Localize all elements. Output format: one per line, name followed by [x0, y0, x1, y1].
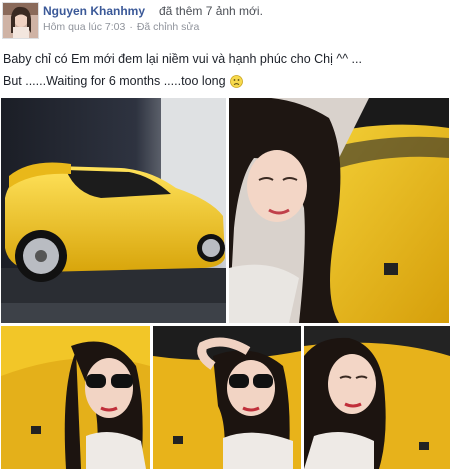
caption-line-2-text: But ......Waiting for 6 months .....too …	[3, 74, 226, 88]
frown-emoticon-icon	[229, 74, 243, 88]
facebook-post: Nguyen Khanhmy đã thêm 7 ảnh mới. Hôm qu…	[0, 0, 450, 469]
profile-avatar[interactable]	[2, 2, 39, 39]
post-action-text: đã thêm 7 ảnh mới.	[159, 4, 263, 18]
post-caption-line-1: Baby chỉ có Em mới đem lại niềm vui và h…	[3, 52, 362, 66]
sunglasses-selfie-photo-2[interactable]	[153, 326, 301, 469]
post-caption-line-2: But ......Waiting for 6 months .....too …	[3, 74, 243, 88]
yellow-lamborghini-garage-photo[interactable]	[1, 98, 226, 323]
sunglasses-selfie-photo-1[interactable]	[1, 326, 150, 469]
edited-label[interactable]: Đã chỉnh sửa	[137, 21, 199, 33]
post-meta: Hôm qua lúc 7:03 · Đã chỉnh sửa	[43, 21, 199, 33]
selfie-with-car-hood-photo[interactable]	[229, 98, 449, 323]
author-name-link[interactable]: Nguyen Khanhmy	[43, 4, 145, 18]
post-timestamp-link[interactable]: Hôm qua lúc 7:03	[43, 21, 125, 33]
meta-separator: ·	[129, 21, 133, 33]
selfie-car-hood-photo-3[interactable]	[304, 326, 450, 469]
